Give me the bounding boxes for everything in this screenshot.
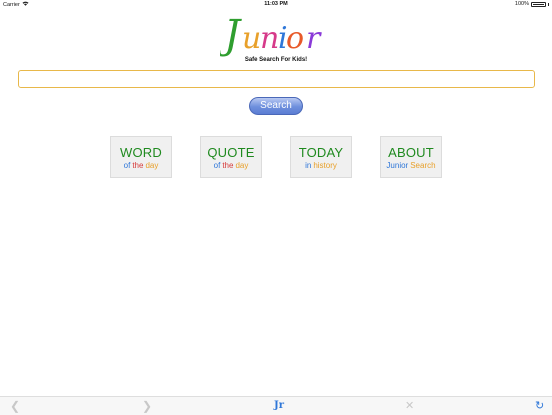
logo-letter: J: [220, 12, 242, 58]
back-icon[interactable]: ❮: [10, 398, 20, 414]
tile-subtitle-word: of: [123, 161, 131, 170]
tile-subtitle: Junior Search: [381, 161, 441, 171]
tile-subtitle-word: the: [132, 161, 144, 170]
tile-title: QUOTE: [207, 145, 255, 160]
quote-of-the-day-tile[interactable]: QUOTE of the day: [200, 136, 262, 178]
junior-logo: Junio r: [220, 12, 322, 58]
tile-title: ABOUT: [388, 145, 434, 160]
home-logo-button[interactable]: Jr: [274, 398, 284, 414]
tile-subtitle-word: day: [235, 161, 249, 170]
search-button[interactable]: Search: [249, 97, 303, 115]
tile-subtitle-word: Search: [410, 161, 436, 170]
status-right: 100%: [515, 1, 549, 7]
tile-title: TODAY: [298, 145, 344, 160]
battery-icon: [531, 1, 546, 7]
search-input[interactable]: [18, 70, 535, 88]
bottom-toolbar: ❮ ❯ Jr ✕ ↻: [0, 396, 552, 415]
word-of-the-day-tile[interactable]: WORD of the day: [110, 136, 172, 178]
tile-subtitle: of the day: [111, 161, 171, 171]
logo-letter: n: [260, 21, 279, 56]
today-in-history-tile[interactable]: TODAY in history: [290, 136, 352, 178]
battery-percent: 100%: [514, 1, 529, 7]
status-bar: Carrier 11:03 PM 100%: [0, 0, 552, 9]
refresh-icon[interactable]: ↻: [535, 398, 544, 414]
tile-title: WORD: [120, 145, 162, 160]
tile-subtitle-word: in: [305, 161, 312, 170]
logo-letter: o: [286, 21, 304, 56]
tile-subtitle-word: history: [313, 161, 337, 170]
tile-subtitle-word: Junior: [386, 161, 409, 170]
forward-icon[interactable]: ❯: [142, 398, 152, 414]
tile-subtitle: in history: [291, 161, 351, 171]
logo-letter: r: [306, 21, 322, 56]
tagline: Safe Search For Kids!: [244, 57, 308, 63]
tile-subtitle-word: the: [222, 161, 234, 170]
tile-subtitle: of the day: [201, 161, 261, 171]
logo-letter: u: [242, 21, 261, 56]
close-icon[interactable]: ✕: [405, 398, 414, 414]
battery-tip: [548, 2, 549, 6]
tile-subtitle-word: of: [213, 161, 221, 170]
about-junior-search-tile[interactable]: ABOUT Junior Search: [380, 136, 442, 178]
tile-subtitle-word: day: [145, 161, 159, 170]
status-time: 11:03 PM: [264, 1, 288, 7]
